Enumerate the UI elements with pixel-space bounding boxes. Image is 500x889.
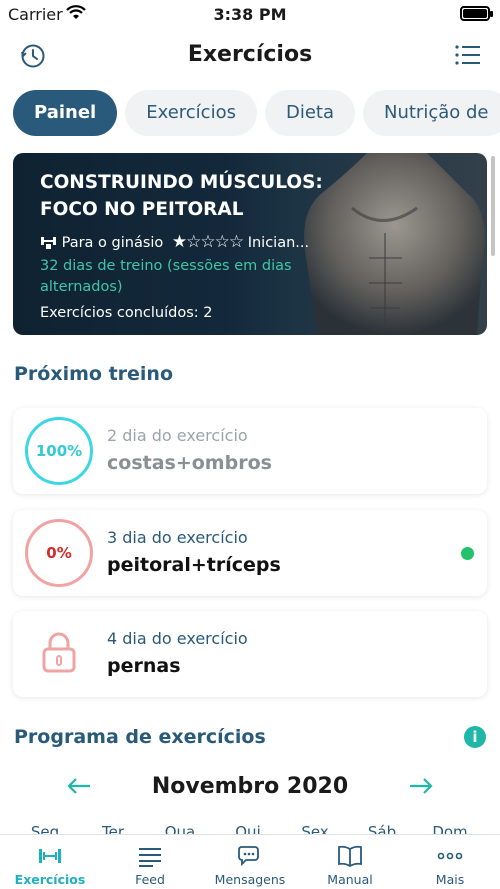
feed-icon [137, 843, 163, 873]
program-title: CONSTRUINDO MÚSCULOS: FOCO NO PEITORAL [40, 172, 323, 220]
gym-icon [40, 235, 57, 251]
status-bar: Carrier 3:38 PM [0, 0, 500, 30]
tabbar-item-exercicios[interactable]: Exercícios [0, 835, 100, 889]
chat-icon [237, 843, 263, 873]
info-icon[interactable]: i [464, 726, 486, 748]
lock-icon [41, 631, 77, 679]
navigation-bar: Exercícios [0, 30, 500, 82]
workout-card-day-2[interactable]: 100% 2 dia do exercício costas+ombros [13, 408, 487, 494]
tab-nutricao[interactable]: Nutrição de [363, 90, 500, 136]
clock-time: 3:38 PM [213, 5, 287, 24]
tabbar-label: Exercícios [14, 872, 86, 887]
workout-card-day-4[interactable]: 4 dia do exercício pernas [13, 611, 487, 697]
tabbar-item-mais[interactable]: Mais [400, 835, 500, 889]
tab-painel[interactable]: Painel [13, 90, 118, 136]
tabbar-label: Mensagens [214, 872, 286, 887]
current-indicator-dot [461, 547, 474, 560]
workout-name: costas+ombros [107, 452, 272, 474]
progress-ring: 100% [25, 417, 93, 485]
program-duration: 32 dias de treino (sessões em dias alter… [40, 258, 292, 295]
difficulty-stars: ★☆☆☆☆ [171, 232, 244, 252]
tab-dieta[interactable]: Dieta [264, 90, 355, 136]
program-title-section: Programa de exercícios [14, 726, 266, 748]
next-workout-title: Próximo treino [14, 363, 174, 385]
program-meta: Para o ginásio ★☆☆☆☆ Inician... [40, 232, 309, 252]
tabbar-item-feed[interactable]: Feed [100, 835, 200, 889]
workout-name: pernas [107, 655, 181, 677]
completed-count: Exercícios concluídos: 2 [40, 305, 213, 321]
workout-day: 4 dia do exercício [107, 629, 248, 648]
battery-icon [460, 6, 493, 21]
scroll-indicator [491, 156, 495, 256]
tabbar-item-manual[interactable]: Manual [300, 835, 400, 889]
workout-card-day-3[interactable]: 0% 3 dia do exercício peitoral+tríceps [13, 510, 487, 596]
tabbar-item-mensagens[interactable]: Mensagens [200, 835, 300, 889]
page-title: Exercícios [187, 42, 313, 67]
program-hero-card[interactable]: CONSTRUINDO MÚSCULOS: FOCO NO PEITORAL P… [13, 153, 487, 335]
bottom-tab-bar: Exercícios Feed Mensagens Manual Mais [0, 834, 500, 889]
workout-day: 2 dia do exercício [107, 426, 248, 445]
completed-label: Exercícios concluídos: [40, 305, 199, 321]
workout-day: 3 dia do exercício [107, 528, 248, 547]
tabbar-label: Feed [135, 872, 165, 887]
segment-tabs: Painel Exercícios Dieta Nutrição de [13, 90, 500, 138]
dumbbell-icon [37, 843, 63, 873]
progress-ring: 0% [25, 519, 93, 587]
completed-value: 2 [203, 305, 213, 321]
more-icon [437, 843, 463, 873]
tab-exercicios[interactable]: Exercícios [125, 90, 257, 136]
month-switcher: Novembro 2020 [0, 770, 500, 806]
tabbar-label: Manual [327, 872, 373, 887]
program-location: Para o ginásio [61, 235, 164, 251]
book-icon [337, 843, 363, 873]
program-level: Inician... [247, 235, 310, 251]
list-menu-icon[interactable] [454, 43, 480, 71]
tabbar-label: Mais [435, 872, 465, 887]
workout-name: peitoral+tríceps [107, 554, 281, 576]
next-month-arrow-icon[interactable] [408, 776, 434, 800]
